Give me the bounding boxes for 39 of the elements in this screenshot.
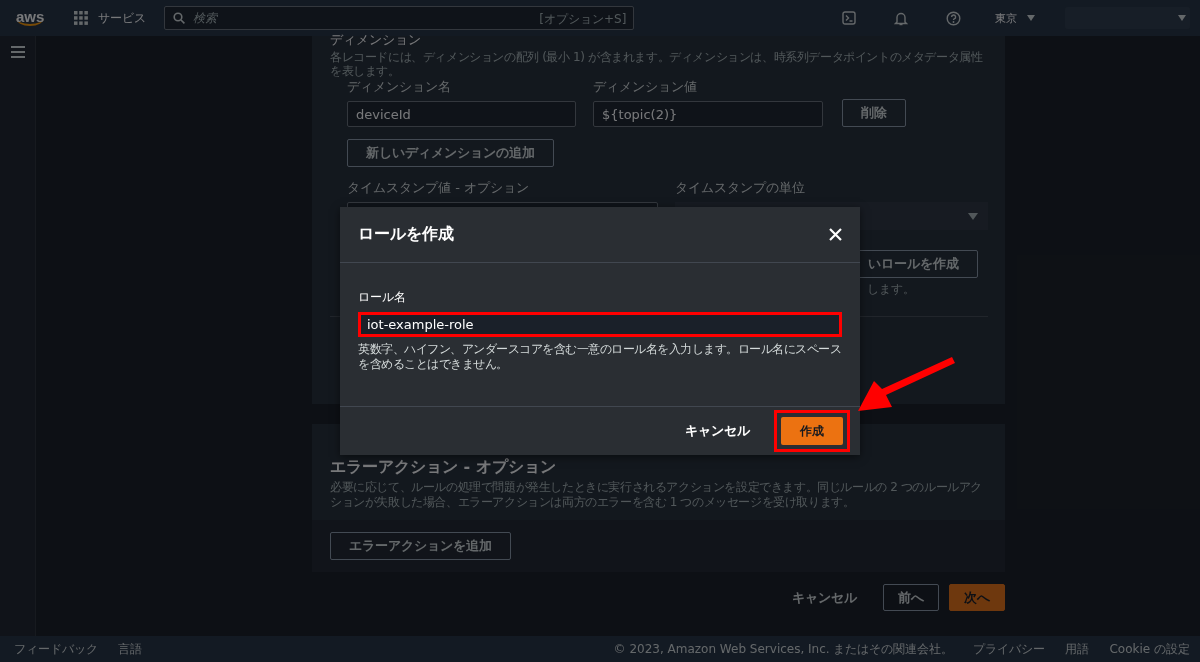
cancel-button[interactable]: キャンセル: [776, 588, 873, 607]
next-button[interactable]: 次へ: [949, 584, 1005, 611]
cancel-button[interactable]: キャンセル: [669, 422, 766, 440]
search-icon: [173, 12, 186, 24]
field-label: ロール名: [358, 289, 407, 306]
add-error-action-button[interactable]: エラーアクションを追加: [330, 532, 511, 560]
field-label: ディメンション名: [347, 78, 452, 96]
menu-icon[interactable]: [10, 46, 25, 58]
caret-icon: [1027, 15, 1035, 21]
help-text: 英数字、ハイフン、アンダースコアを含む一意のロール名を入力します。ロール名にスペースを含めることはできません。: [358, 342, 842, 372]
copyright-text: © 2023, Amazon Web Services, Inc. またはその関連会社。: [613, 640, 954, 658]
footer-link[interactable]: 用語: [1065, 640, 1090, 658]
region-menu[interactable]: 東京: [995, 10, 1017, 26]
previous-button[interactable]: 前へ: [883, 584, 939, 611]
terminal-icon[interactable]: [842, 11, 856, 25]
services-menu[interactable]: サービス: [98, 9, 147, 27]
field-label: タイムスタンプの単位: [675, 179, 806, 197]
caret-icon: [1178, 15, 1186, 21]
logo[interactable]: aws: [16, 10, 45, 26]
field-label: タイムスタンプ値 - オプション: [347, 179, 530, 197]
bell-icon[interactable]: [894, 10, 908, 26]
close-icon[interactable]: [829, 228, 842, 241]
grid-icon[interactable]: [74, 11, 89, 25]
section-title: エラーアクション - オプション: [329, 457, 557, 477]
dialog-title: ロールを作成: [358, 224, 454, 245]
role-name-field[interactable]: iot-example-role: [358, 312, 842, 337]
help-icon[interactable]: [946, 10, 961, 26]
section-title: ディメンション: [330, 32, 422, 48]
dimension-value-field[interactable]: ${topic(2)}: [593, 101, 823, 127]
language-link[interactable]: 言語: [118, 640, 142, 658]
dimension-name-field[interactable]: deviceId: [347, 101, 576, 127]
feedback-link[interactable]: フィードバック: [14, 640, 98, 658]
add-dimension-button[interactable]: 新しいディメンションの追加: [347, 139, 554, 167]
create-button[interactable]: 作成: [781, 417, 843, 445]
field-label: ディメンション値: [593, 78, 698, 96]
footer-link[interactable]: プライバシー: [973, 640, 1046, 658]
delete-button[interactable]: 削除: [842, 99, 906, 127]
caret-icon: [968, 212, 978, 220]
footer-link[interactable]: Cookie の設定: [1109, 640, 1190, 658]
